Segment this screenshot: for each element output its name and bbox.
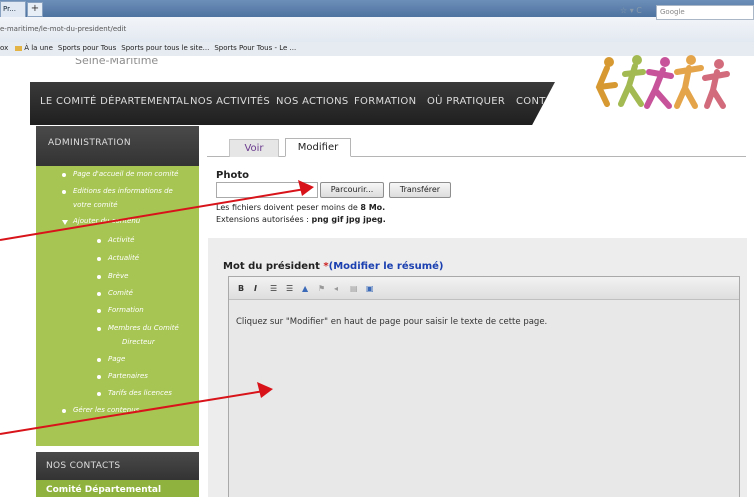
arrow-head-icon <box>257 382 273 398</box>
arrow-to-browse <box>0 188 306 241</box>
arrow-head-icon <box>298 180 314 196</box>
arrow-to-editor <box>0 390 265 435</box>
annotation-arrows <box>0 180 314 435</box>
